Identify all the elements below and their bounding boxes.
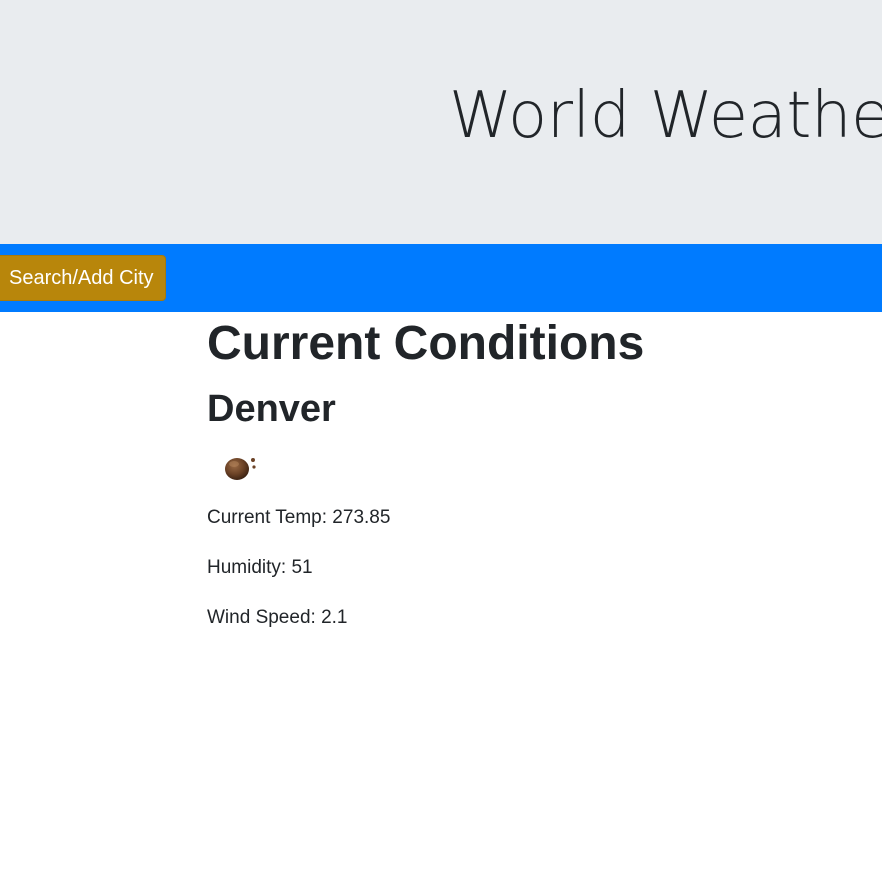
search-add-city-button[interactable]: Search/Add City: [0, 255, 166, 301]
weather-icon-graphic: [225, 458, 256, 480]
navbar: Search/Add City: [0, 244, 882, 312]
city-name: Denver: [207, 388, 336, 430]
humidity: Humidity: 51: [207, 557, 313, 578]
site-title: World Weather: [449, 79, 882, 153]
wind-speed: Wind Speed: 2.1: [207, 607, 348, 628]
section-title: Current Conditions: [207, 317, 645, 370]
weather-condition-icon: [222, 452, 262, 484]
header-jumbotron: World Weather: [0, 0, 882, 244]
current-temp: Current Temp: 273.85: [207, 507, 391, 528]
